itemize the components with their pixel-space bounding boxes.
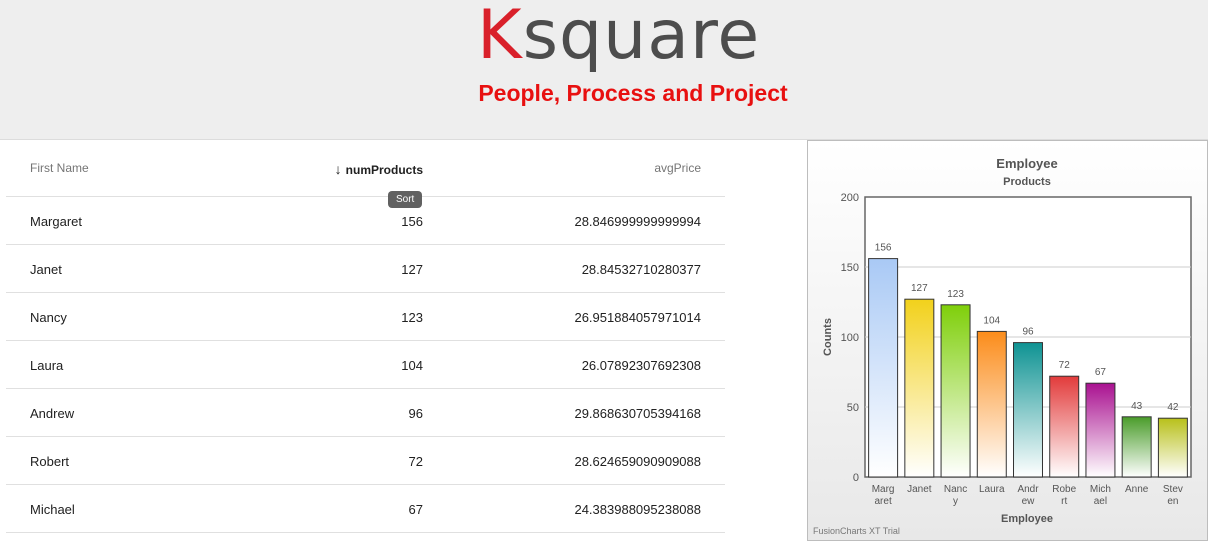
- table-header: First Name ↓ numProducts avgPrice Sort: [6, 140, 725, 208]
- data-label: 156: [875, 243, 892, 254]
- y-tick-label: 100: [841, 332, 859, 344]
- bar-laura: [976, 330, 1007, 478]
- column-header-first-name[interactable]: First Name: [30, 161, 89, 175]
- ksquare-logo: Ksquare: [477, 0, 761, 75]
- chart-svg: Employee Products 0 50 100 150 200 Counts 156 Mar…: [813, 156, 1192, 536]
- employee-table: First Name ↓ numProducts avgPrice Sort Ma…: [6, 140, 725, 533]
- avgprice-cell: 26.07892307692308: [581, 358, 701, 373]
- header: Ksquare People, Process and Project: [0, 0, 1208, 140]
- x-tick-label: Mich: [1090, 484, 1111, 495]
- table-row[interactable]: Margaret 156 28.846999999999994: [6, 197, 725, 245]
- avgprice-cell: 28.624659090909088: [574, 454, 701, 469]
- numproducts-cell: 156: [401, 214, 423, 229]
- x-axis-label: Employee: [1001, 513, 1053, 525]
- data-label: 43: [1131, 401, 1143, 412]
- first-name-cell: Laura: [30, 358, 64, 373]
- data-label: 67: [1095, 367, 1107, 378]
- data-label: 72: [1059, 360, 1071, 371]
- y-axis-label: Counts: [822, 318, 834, 356]
- first-name-cell: Nancy: [30, 310, 67, 325]
- x-tick-label: rt: [1061, 496, 1067, 507]
- x-tick-label: Laura: [979, 484, 1005, 495]
- avgprice-cell: 29.868630705394168: [574, 406, 701, 421]
- column-header-avgprice[interactable]: avgPrice: [654, 161, 701, 175]
- employee-chart: Employee Products 0 50 100 150 200 Counts 156 Mar…: [807, 140, 1208, 541]
- bar-andrew: [1013, 342, 1043, 478]
- data-label: 42: [1167, 402, 1179, 413]
- x-tick-label: Robe: [1052, 484, 1076, 495]
- avgprice-cell: 26.951884057971014: [574, 310, 701, 325]
- table-row[interactable]: Laura 104 26.07892307692308: [6, 341, 725, 389]
- numproducts-cell: 96: [408, 406, 423, 421]
- bar-janet: [904, 298, 935, 478]
- y-tick-label: 200: [841, 192, 859, 204]
- first-name-cell: Robert: [30, 454, 70, 469]
- first-name-cell: Margaret: [30, 214, 83, 229]
- chart-watermark: FusionCharts XT Trial: [813, 526, 900, 536]
- chart-subtitle: Products: [1003, 176, 1051, 188]
- table-row[interactable]: Nancy 123 26.951884057971014: [6, 293, 725, 341]
- data-label: 127: [911, 283, 928, 294]
- avgprice-cell: 28.84532710280377: [581, 262, 701, 277]
- avgprice-cell: 28.846999999999994: [574, 214, 701, 229]
- first-name-cell: Andrew: [30, 406, 75, 421]
- y-tick-label: 50: [847, 402, 859, 414]
- column-header-numproducts[interactable]: ↓ numProducts: [335, 161, 423, 177]
- numproducts-cell: 72: [408, 454, 423, 469]
- first-name-cell: Michael: [30, 502, 75, 517]
- x-tick-label: Marg: [872, 484, 895, 495]
- bar-michael: [1085, 382, 1116, 478]
- tagline: People, Process and Project: [478, 80, 788, 106]
- x-tick-label: en: [1167, 496, 1178, 507]
- x-tick-label: Janet: [907, 484, 932, 495]
- data-label: 104: [983, 315, 1000, 326]
- y-tick-label: 150: [841, 262, 859, 274]
- x-tick-label: ael: [1094, 496, 1107, 507]
- chart-title: Employee: [996, 156, 1057, 171]
- bar-steven: [1157, 417, 1188, 478]
- data-label: 123: [947, 289, 964, 300]
- bar-robert: [1049, 375, 1080, 478]
- first-name-cell: Janet: [30, 262, 62, 277]
- x-tick-label: Anne: [1125, 484, 1149, 495]
- x-tick-label: Nanc: [944, 484, 967, 495]
- avgprice-cell: 24.383988095238088: [574, 502, 701, 517]
- table-body: Margaret 156 28.846999999999994 Janet 127 28.…: [6, 197, 725, 533]
- sort-arrow-icon: ↓: [334, 161, 342, 177]
- x-tick-label: y: [953, 496, 958, 507]
- numproducts-cell: 127: [401, 262, 423, 277]
- bar-nancy: [940, 304, 971, 478]
- table-row[interactable]: Michael 67 24.383988095238088: [6, 485, 725, 533]
- bar-margaret: [868, 258, 899, 478]
- numproducts-cell: 123: [401, 310, 423, 325]
- table-row[interactable]: Robert 72 28.624659090909088: [6, 437, 725, 485]
- x-tick-label: Andr: [1017, 484, 1039, 495]
- data-label: 96: [1022, 327, 1034, 338]
- numproducts-cell: 67: [408, 502, 423, 517]
- x-tick-label: Stev: [1163, 484, 1183, 495]
- x-tick-label: aret: [874, 496, 891, 507]
- x-tick-label: ew: [1022, 496, 1036, 507]
- table-row[interactable]: Janet 127 28.84532710280377: [6, 245, 725, 293]
- y-tick-label: 0: [853, 472, 859, 484]
- bar-anne: [1121, 416, 1152, 478]
- numproducts-cell: 104: [401, 358, 423, 373]
- table-row[interactable]: Andrew 96 29.868630705394168: [6, 389, 725, 437]
